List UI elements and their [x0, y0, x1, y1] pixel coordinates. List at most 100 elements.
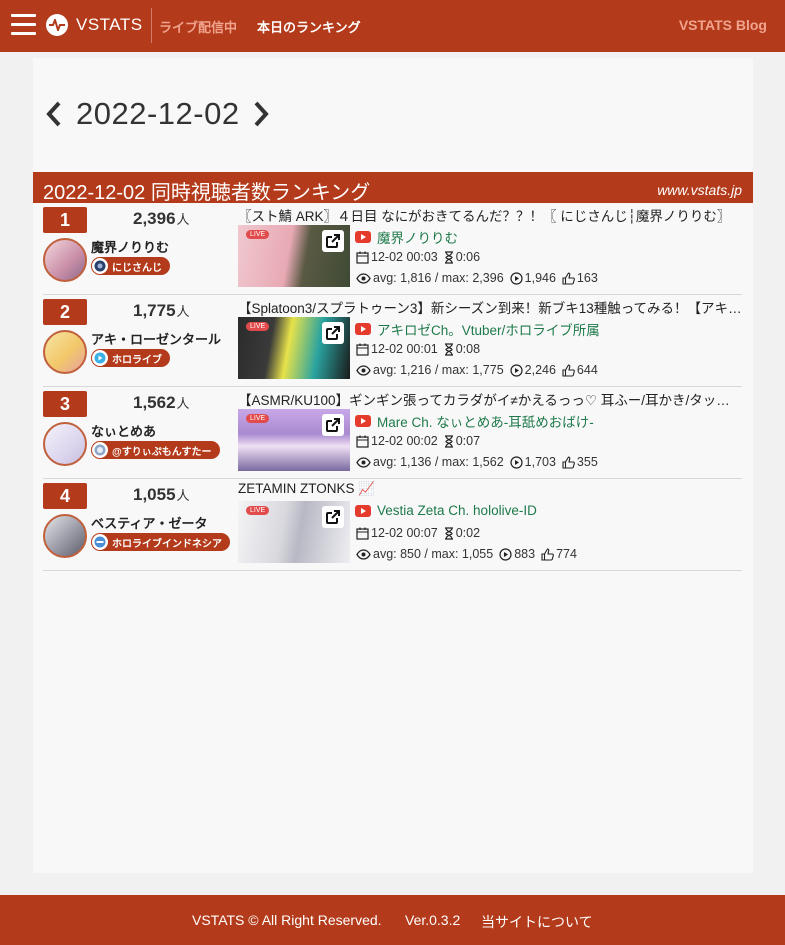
- nav-ranking-link[interactable]: 本日のランキング: [257, 17, 361, 36]
- streamer-avatar[interactable]: [43, 514, 87, 558]
- hourglass-icon: [444, 342, 454, 356]
- rank-number: 1: [43, 207, 87, 233]
- stream-thumbnail[interactable]: LIVE: [238, 225, 350, 287]
- viewer-count: 1,775人: [133, 301, 190, 320]
- live-badge: LIVE: [246, 322, 270, 331]
- rank-number: 2: [43, 299, 87, 325]
- previous-day-arrow-icon[interactable]: [43, 94, 65, 134]
- stream-title[interactable]: 〖スト鯖 ARK〗４日目 なにがおきてるんだ？？！〖 にじさんじ┆魔界ノりりむ〗: [238, 205, 742, 225]
- thumbs-up-icon: [541, 547, 554, 561]
- stream-title[interactable]: ZETAMIN ZTONKS 📈: [238, 481, 742, 497]
- brand-link[interactable]: VSTATS: [46, 14, 143, 36]
- next-day-arrow-icon[interactable]: [250, 94, 272, 134]
- nav-live-link[interactable]: ライブ配信中: [159, 17, 237, 36]
- agency-badge[interactable]: ホロライブ: [91, 349, 170, 367]
- hourglass-icon: [444, 250, 454, 264]
- hourglass-icon: [444, 526, 454, 540]
- channel-link[interactable]: Vestia Zeta Ch. hololive-ID: [355, 503, 537, 518]
- channel-link[interactable]: 魔界ノりりむ: [355, 227, 458, 247]
- stream-stats: avg: 1,136 / max: 1,562 1,703 355: [356, 455, 598, 469]
- streamer-name[interactable]: なぃとめあ: [91, 421, 156, 440]
- streamer-name[interactable]: アキ・ローゼンタール: [91, 329, 221, 348]
- channel-link[interactable]: Mare Ch. なぃとめあ-耳舐めおばけ-: [355, 411, 594, 431]
- stream-thumbnail[interactable]: LIVE: [238, 317, 350, 379]
- ranking-row: 4 1,055人 ベスティア・ゼータ ホロライブインドネシア ZETAMIN Z…: [43, 479, 742, 571]
- youtube-icon: [355, 504, 371, 517]
- site-url: www.vstats.jp: [657, 182, 742, 198]
- stream-stats: avg: 1,216 / max: 1,775 2,246 644: [356, 363, 598, 377]
- rank-number: 3: [43, 391, 87, 417]
- rank-number: 4: [43, 483, 87, 509]
- eye-icon: [356, 364, 371, 376]
- youtube-icon: [355, 231, 371, 243]
- open-external-icon[interactable]: [322, 230, 344, 252]
- viewer-count: 1,055人: [133, 485, 190, 504]
- footer: VSTATS © All Right Reserved. Ver.0.3.2 当…: [0, 895, 785, 945]
- stream-title[interactable]: 【ASMR/KU100】ギンギン張ってカラダがイ≠かえるっっ♡ 耳ふー/耳かき/…: [238, 389, 742, 409]
- date-title: 2022-12-02: [76, 96, 240, 131]
- stream-time: 12-02 00:02 0:07: [356, 434, 480, 448]
- copyright-text: VSTATS © All Right Reserved.: [192, 912, 382, 928]
- streamer-avatar[interactable]: [43, 422, 87, 466]
- calendar-icon: [356, 527, 369, 540]
- streamer-avatar[interactable]: [43, 330, 87, 374]
- thumbs-up-icon: [562, 271, 575, 285]
- calendar-icon: [356, 435, 369, 448]
- stream-time: 12-02 00:07 0:02: [356, 526, 480, 540]
- ranking-row: 2 1,775人 アキ・ローゼンタール ホロライブ 【Splatoon3/スプラ…: [43, 295, 742, 387]
- live-badge: LIVE: [246, 506, 270, 515]
- main-content: 2022-12-02 2022-12-02 同時視聴者数ランキング www.vs…: [33, 58, 753, 873]
- live-badge: LIVE: [246, 414, 270, 423]
- youtube-icon: [355, 415, 371, 427]
- eye-icon: [356, 548, 371, 560]
- ranking-title: 2022-12-02 同時視聴者数ランキング: [43, 182, 371, 204]
- open-external-icon[interactable]: [322, 414, 344, 436]
- thumbs-up-icon: [562, 363, 575, 377]
- viewer-count: 2,396人: [133, 209, 190, 228]
- play-circle-icon: [510, 271, 523, 285]
- menu-icon[interactable]: [11, 14, 36, 36]
- eye-icon: [356, 456, 371, 468]
- agency-badge[interactable]: ホロライブインドネシア: [91, 533, 230, 551]
- agency-logo-icon: [92, 258, 108, 274]
- brand-name: VSTATS: [76, 15, 143, 34]
- open-external-icon[interactable]: [322, 322, 344, 344]
- agency-badge[interactable]: にじさんじ: [91, 257, 170, 275]
- stream-time: 12-02 00:03 0:06: [356, 250, 480, 264]
- ranking-row: 3 1,562人 なぃとめあ @すりぃぷもんすたー 【ASMR/KU100】ギン…: [43, 387, 742, 479]
- calendar-icon: [356, 251, 369, 264]
- stream-time: 12-02 00:01 0:08: [356, 342, 480, 356]
- ranking-header: 2022-12-02 同時視聴者数ランキング www.vstats.jp: [33, 172, 753, 204]
- date-navigation: 2022-12-02: [43, 94, 272, 134]
- play-circle-icon: [499, 547, 512, 561]
- top-navbar: VSTATS ライブ配信中 本日のランキング VSTATS Blog: [0, 0, 785, 52]
- thumbs-up-icon: [562, 455, 575, 469]
- streamer-name[interactable]: 魔界ノりりむ: [91, 237, 169, 256]
- hourglass-icon: [444, 434, 454, 448]
- agency-logo-icon: [92, 534, 108, 550]
- channel-link[interactable]: アキロゼCh。Vtuber/ホロライブ所属: [355, 319, 600, 339]
- live-badge: LIVE: [246, 230, 270, 239]
- calendar-icon: [356, 343, 369, 356]
- viewer-count: 1,562人: [133, 393, 190, 412]
- agency-logo-icon: [92, 350, 108, 366]
- streamer-avatar[interactable]: [43, 238, 87, 282]
- stream-thumbnail[interactable]: LIVE: [238, 409, 350, 471]
- agency-logo-icon: [92, 442, 108, 458]
- stream-thumbnail[interactable]: LIVE: [238, 501, 350, 563]
- nav-blog-link[interactable]: VSTATS Blog: [679, 17, 767, 33]
- open-external-icon[interactable]: [322, 506, 344, 528]
- stream-title[interactable]: 【Splatoon3/スプラトゥーン3】新シーズン到来！新ブキ13種触ってみる！…: [238, 297, 742, 317]
- version-text: Ver.0.3.2: [405, 912, 461, 928]
- agency-badge[interactable]: @すりぃぷもんすたー: [91, 441, 220, 459]
- eye-icon: [356, 272, 371, 284]
- play-circle-icon: [510, 363, 523, 377]
- stream-stats: avg: 1,816 / max: 2,396 1,946 163: [356, 271, 598, 285]
- play-circle-icon: [510, 455, 523, 469]
- nav-divider: [151, 8, 152, 43]
- streamer-name[interactable]: ベスティア・ゼータ: [91, 513, 207, 532]
- about-link[interactable]: 当サイトについて: [481, 912, 593, 932]
- pulse-logo-icon: [46, 14, 68, 36]
- ranking-row: 1 2,396人 魔界ノりりむ にじさんじ 〖スト鯖 ARK〗４日目 なにがおき…: [43, 203, 742, 295]
- youtube-icon: [355, 323, 371, 335]
